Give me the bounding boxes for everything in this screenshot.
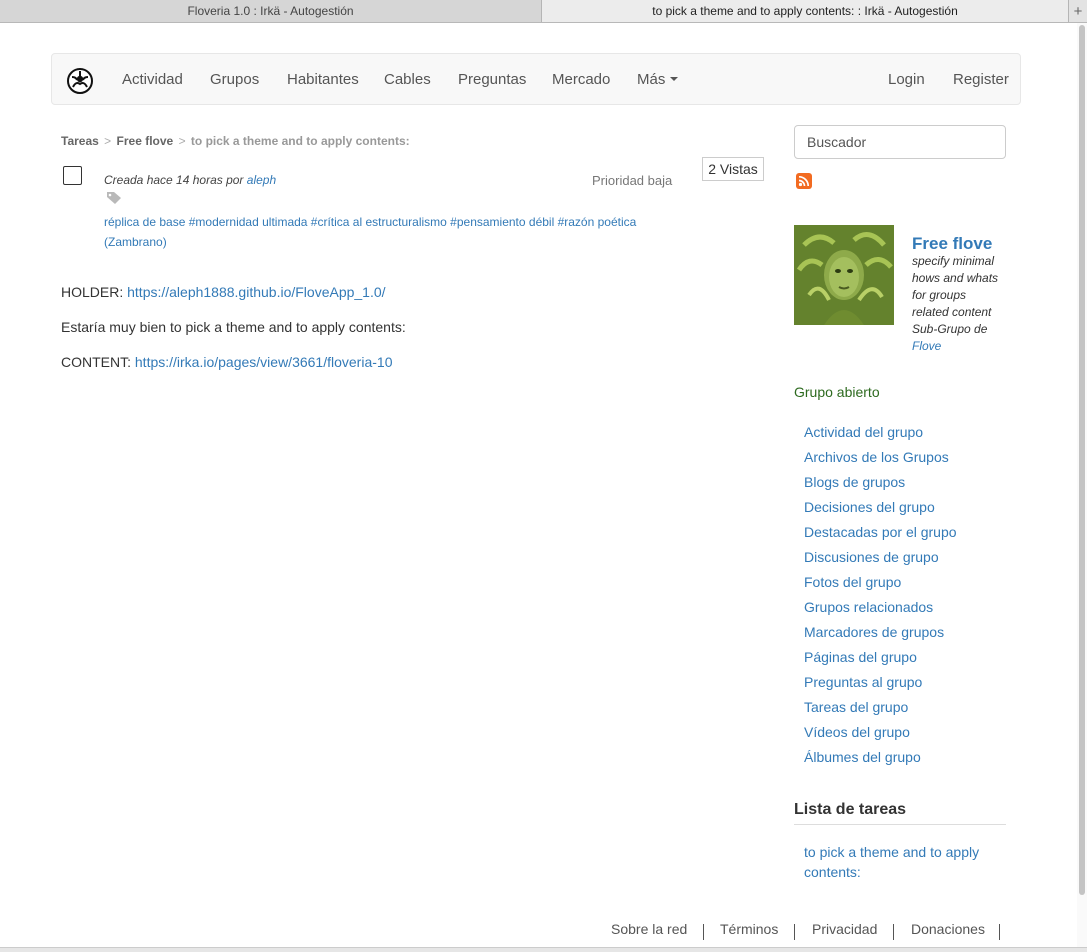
- group-menu-item: Actividad del grupo: [804, 423, 957, 448]
- browser-tab-bar: Floveria 1.0 : Irkä - Autogestión to pic…: [0, 0, 1087, 23]
- browser-tab-floveria[interactable]: Floveria 1.0 : Irkä - Autogestión: [0, 0, 542, 22]
- group-menu-item: Marcadores de grupos: [804, 623, 957, 648]
- footer-separator: [999, 924, 1000, 940]
- menu-destacadas[interactable]: Destacadas por el grupo: [804, 524, 957, 540]
- rss-glyph-icon: [798, 175, 810, 187]
- group-menu-item: Decisiones del grupo: [804, 498, 957, 523]
- breadcrumb: Tareas > Free flove > to pick a theme an…: [61, 134, 410, 148]
- group-description: specify minimal hows and whats for group…: [912, 253, 1004, 355]
- group-menu-item: Destacadas por el grupo: [804, 523, 957, 548]
- nav-mercado[interactable]: Mercado: [552, 71, 610, 88]
- register-link[interactable]: Register: [953, 71, 1009, 88]
- menu-blogs[interactable]: Blogs de grupos: [804, 474, 905, 490]
- content-label: CONTENT:: [61, 354, 131, 370]
- footer-separator: [893, 924, 894, 940]
- menu-preguntas[interactable]: Preguntas al grupo: [804, 674, 922, 690]
- main-navbar: Actividad Grupos Habitantes Cables Pregu…: [51, 53, 1021, 105]
- task-list-item-link[interactable]: to pick a theme and to apply contents:: [804, 842, 1004, 882]
- parent-group-link[interactable]: Flove: [912, 339, 941, 353]
- content-line: CONTENT: https://irka.io/pages/view/3661…: [61, 354, 392, 370]
- nav-mas-dropdown[interactable]: Más: [637, 71, 679, 88]
- task-description: Estaría muy bien to pick a theme and to …: [61, 319, 406, 335]
- group-avatar[interactable]: [794, 225, 894, 325]
- breadcrumb-separator: >: [178, 134, 186, 148]
- group-description-text: specify minimal hows and whats for group…: [912, 254, 999, 319]
- holder-line: HOLDER: https://aleph1888.github.io/Flov…: [61, 284, 386, 300]
- task-tags[interactable]: réplica de base #modernidad ultimada #cr…: [104, 212, 684, 252]
- task-complete-checkbox[interactable]: [63, 166, 82, 185]
- caret-down-icon: [670, 77, 679, 82]
- group-menu-item: Blogs de grupos: [804, 473, 957, 498]
- footer-terminos[interactable]: Términos: [720, 921, 778, 937]
- menu-albumes[interactable]: Álbumes del grupo: [804, 749, 921, 765]
- menu-videos[interactable]: Vídeos del grupo: [804, 724, 910, 740]
- medusa-portrait-icon: [794, 225, 894, 325]
- footer-privacidad[interactable]: Privacidad: [812, 921, 877, 937]
- menu-marcadores[interactable]: Marcadores de grupos: [804, 624, 944, 640]
- task-list-title: Lista de tareas: [794, 801, 1006, 825]
- group-menu-item: Vídeos del grupo: [804, 723, 957, 748]
- group-menu-item: Tareas del grupo: [804, 698, 957, 723]
- scrollbar-thumb[interactable]: [1079, 25, 1085, 895]
- content-link[interactable]: https://irka.io/pages/view/3661/floveria…: [135, 354, 393, 370]
- group-menu-item: Páginas del grupo: [804, 648, 957, 673]
- subgroup-prefix: Sub-Grupo de: [912, 322, 988, 336]
- page-scrollbar[interactable]: [1077, 23, 1087, 948]
- breadcrumb-separator: >: [104, 134, 112, 148]
- window-bottom-edge: [0, 947, 1087, 952]
- group-status: Grupo abierto: [794, 384, 880, 400]
- nav-preguntas[interactable]: Preguntas: [458, 71, 526, 88]
- browser-tab-active[interactable]: to pick a theme and to apply contents: :…: [542, 0, 1069, 22]
- menu-fotos[interactable]: Fotos del grupo: [804, 574, 901, 590]
- menu-grupos-relacionados[interactable]: Grupos relacionados: [804, 599, 933, 615]
- group-menu-item: Álbumes del grupo: [804, 748, 957, 773]
- group-menu-item: Fotos del grupo: [804, 573, 957, 598]
- task-created-info: Creada hace 14 horas por aleph: [104, 173, 276, 187]
- created-prefix: Creada hace 14 horas por: [104, 173, 244, 187]
- login-link[interactable]: Login: [888, 71, 925, 88]
- menu-archivos[interactable]: Archivos de los Grupos: [804, 449, 949, 465]
- menu-actividad-del-grupo[interactable]: Actividad del grupo: [804, 424, 923, 440]
- footer-donaciones[interactable]: Donaciones: [911, 921, 985, 937]
- search-input[interactable]: [794, 125, 1006, 159]
- tag-icon: [107, 192, 121, 204]
- group-menu-item: Preguntas al grupo: [804, 673, 957, 698]
- holder-label: HOLDER:: [61, 284, 124, 300]
- nav-mas-label: Más: [637, 71, 666, 88]
- hydra-logo-icon[interactable]: [67, 68, 93, 94]
- views-badge: 2 Vistas: [702, 157, 764, 181]
- nav-grupos[interactable]: Grupos: [210, 71, 259, 88]
- group-menu: Actividad del grupo Archivos de los Grup…: [804, 423, 957, 773]
- group-name-link[interactable]: Free flove: [912, 234, 992, 254]
- author-link[interactable]: aleph: [247, 173, 276, 187]
- breadcrumb-tareas[interactable]: Tareas: [61, 134, 99, 148]
- nav-cables[interactable]: Cables: [384, 71, 431, 88]
- menu-tareas[interactable]: Tareas del grupo: [804, 699, 908, 715]
- task-priority: Prioridad baja: [592, 173, 673, 188]
- breadcrumb-group[interactable]: Free flove: [117, 134, 174, 148]
- breadcrumb-current: to pick a theme and to apply contents:: [190, 134, 410, 148]
- holder-link[interactable]: https://aleph1888.github.io/FloveApp_1.0…: [127, 284, 385, 300]
- footer-sobre-la-red[interactable]: Sobre la red: [611, 921, 687, 937]
- nav-actividad[interactable]: Actividad: [122, 71, 183, 88]
- footer-separator: [794, 924, 795, 940]
- group-menu-item: Discusiones de grupo: [804, 548, 957, 573]
- new-tab-button[interactable]: +: [1069, 0, 1087, 22]
- rss-feed-icon[interactable]: [796, 173, 812, 189]
- group-menu-item: Archivos de los Grupos: [804, 448, 957, 473]
- menu-decisiones[interactable]: Decisiones del grupo: [804, 499, 935, 515]
- nav-habitantes[interactable]: Habitantes: [287, 71, 359, 88]
- menu-paginas[interactable]: Páginas del grupo: [804, 649, 917, 665]
- menu-discusiones[interactable]: Discusiones de grupo: [804, 549, 939, 565]
- footer-separator: [703, 924, 704, 940]
- group-menu-item: Grupos relacionados: [804, 598, 957, 623]
